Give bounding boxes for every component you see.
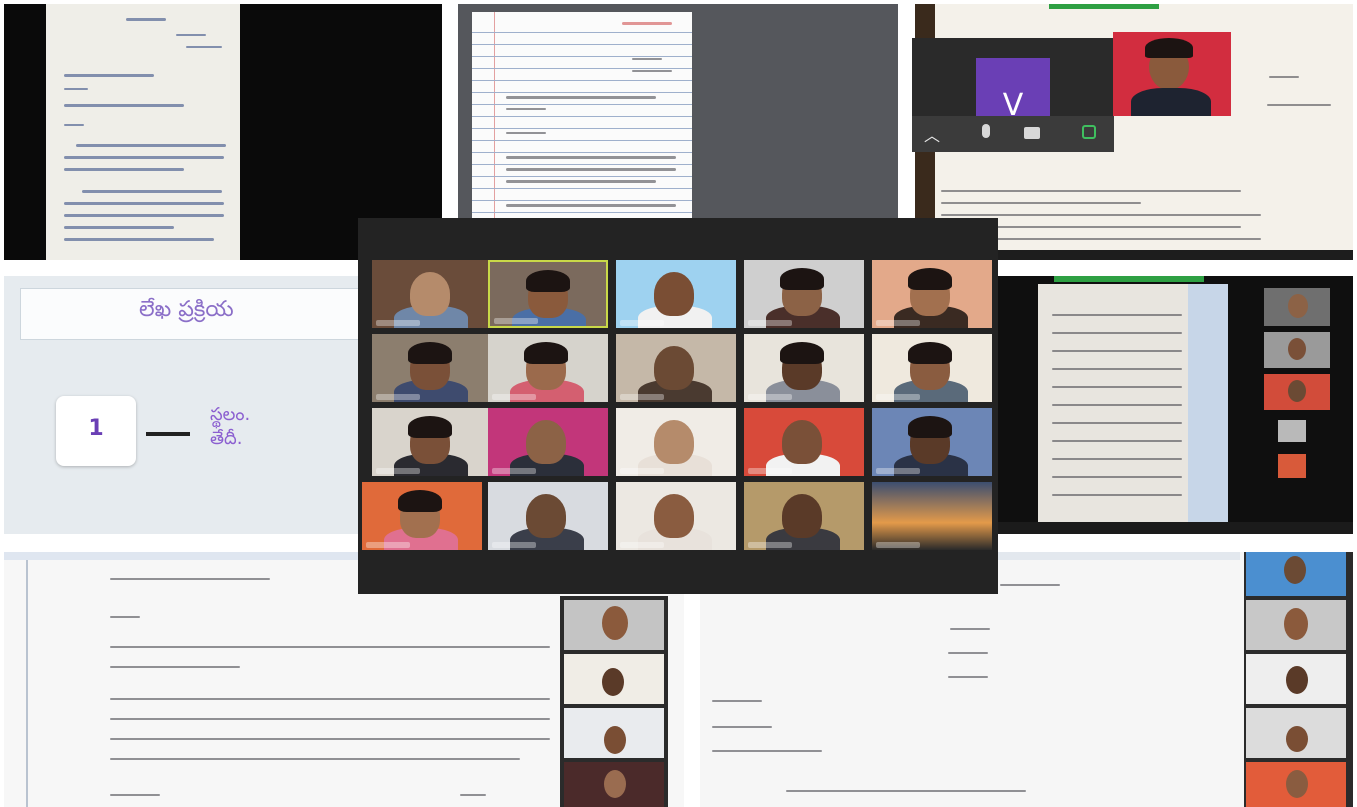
notebook-page: [472, 12, 692, 218]
participant-tile[interactable]: [372, 260, 492, 328]
participant-tile[interactable]: [616, 260, 736, 328]
doc-right-side-video-strip: [1244, 552, 1353, 807]
step-number: 1: [88, 416, 104, 441]
participant-tile[interactable]: [744, 408, 864, 476]
share-screen-icon[interactable]: [1082, 125, 1096, 139]
participant-tile[interactable]: [744, 260, 864, 328]
video-camera-icon[interactable]: [1024, 127, 1040, 139]
participant-tile[interactable]: [372, 408, 492, 476]
zoom-controls-bar: ︿: [912, 116, 1114, 152]
participant-tile[interactable]: [362, 482, 482, 550]
participant-tile[interactable]: [616, 334, 736, 402]
participant-tile[interactable]: [616, 482, 736, 550]
participant-tile[interactable]: [372, 334, 492, 402]
participant-tile[interactable]: [872, 408, 992, 476]
participant-tile[interactable]: [872, 334, 992, 402]
participant-tile-scenery[interactable]: [872, 482, 992, 550]
speaker-video-tile: [1113, 32, 1231, 116]
step-number-box: 1: [56, 396, 136, 466]
panel-slide: లేఖ ప్రక్రియ 1 స్థలం. తేదీ.: [4, 276, 360, 534]
zoom-mini-window: V ︿: [912, 38, 1114, 152]
participant-tile[interactable]: [488, 334, 608, 402]
slide-title-box: లేఖ ప్రక్రియ: [20, 288, 360, 340]
ruled-page: [1038, 284, 1228, 522]
panel-notebook-letter: [458, 4, 898, 218]
participant-tile[interactable]: [872, 260, 992, 328]
slide-title: లేఖ ప్రక్రియ: [139, 297, 234, 322]
doc-side-video-strip: [560, 596, 668, 807]
participant-tile[interactable]: [488, 482, 608, 550]
participant-tile[interactable]: [488, 408, 608, 476]
gallery-grid: [358, 260, 998, 552]
step-text-date: తేదీ.: [210, 428, 243, 449]
participant-tile-active-speaker[interactable]: [488, 260, 608, 328]
participant-tile[interactable]: [744, 334, 864, 402]
participant-tile[interactable]: [744, 482, 864, 550]
zoom-gallery-window: [358, 218, 998, 594]
microphone-icon[interactable]: [982, 124, 990, 138]
panel-handwritten-letter-2: [998, 276, 1353, 534]
step-text-place: స్థలం.: [210, 404, 251, 425]
side-video-strip: [1260, 284, 1334, 484]
chevron-up-icon[interactable]: ︿: [924, 122, 940, 146]
participant-tile[interactable]: [616, 408, 736, 476]
step-connector: [146, 432, 190, 436]
letter-paper: [46, 4, 240, 260]
